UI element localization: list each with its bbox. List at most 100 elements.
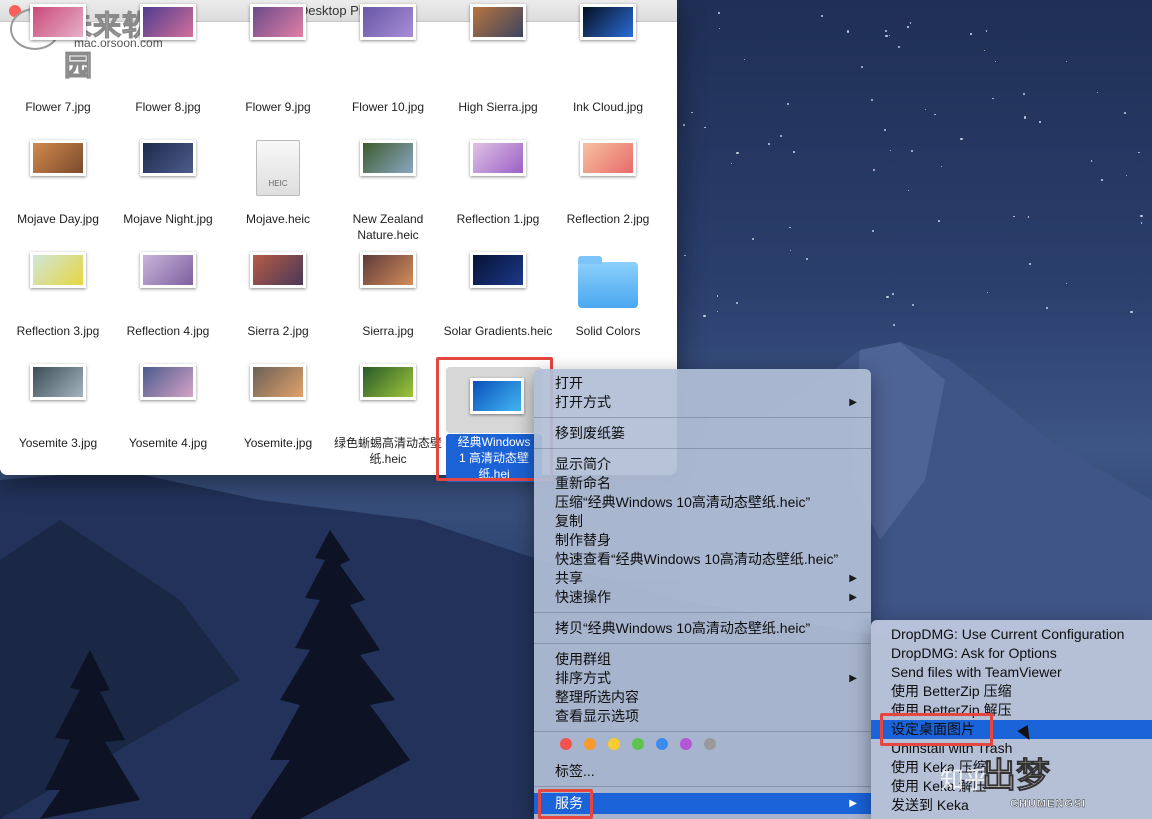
menu-item-label: 重新命名: [555, 475, 611, 491]
image-thumbnail[interactable]: [140, 140, 196, 176]
service-item-label: Send files with TeamViewer: [891, 664, 1062, 680]
file-name[interactable]: Sierra.jpg: [333, 323, 443, 339]
image-thumbnail[interactable]: [360, 252, 416, 288]
menu-item[interactable]: 查看显示选项: [534, 707, 871, 726]
file-name[interactable]: Flower 8.jpg: [113, 99, 223, 115]
menu-item[interactable]: 拷贝“经典Windows 10高清动态壁纸.heic”: [534, 619, 871, 638]
context-menu: 打开打开方式 ▶ 移到废纸篓显示简介重新命名压缩“经典Windows 10高清动态壁…: [534, 369, 871, 819]
image-thumbnail[interactable]: [250, 364, 306, 400]
file-name[interactable]: High Sierra.jpg: [443, 99, 553, 115]
tag-color-dot[interactable]: [704, 738, 716, 750]
image-thumbnail[interactable]: [140, 252, 196, 288]
file-name[interactable]: Flower 10.jpg: [333, 99, 443, 115]
image-thumbnail[interactable]: [30, 140, 86, 176]
service-item[interactable]: Send files with TeamViewer: [871, 663, 1152, 682]
menu-item-label: 标签...: [555, 763, 595, 779]
file-name[interactable]: Mojave Night.jpg: [113, 211, 223, 227]
image-thumbnail[interactable]: [140, 364, 196, 400]
file-name[interactable]: Mojave Day.jpg: [3, 211, 113, 227]
file-name[interactable]: Mojave.heic: [223, 211, 333, 227]
service-item[interactable]: DropDMG: Ask for Options: [871, 644, 1152, 663]
file-name[interactable]: 绿色蜥蜴高清动态壁纸.heic: [333, 435, 443, 467]
file-name[interactable]: Yosemite 3.jpg: [3, 435, 113, 451]
menu-item[interactable]: 使用群组: [534, 650, 871, 669]
submenu-arrow-icon: ▶: [849, 397, 857, 408]
menu-item[interactable]: 制作替身: [534, 531, 871, 550]
menu-item[interactable]: 整理所选内容: [534, 688, 871, 707]
file-name[interactable]: Yosemite 4.jpg: [113, 435, 223, 451]
heic-file-icon[interactable]: HEIC: [256, 140, 300, 196]
submenu-arrow-icon: ▶: [849, 673, 857, 684]
service-item[interactable]: 使用 BetterZip 压缩: [871, 682, 1152, 701]
submenu-arrow-icon: ▶: [849, 592, 857, 603]
image-thumbnail[interactable]: [360, 364, 416, 400]
menu-item[interactable]: 共享 ▶: [534, 569, 871, 588]
menu-item-label: 拷贝“经典Windows 10高清动态壁纸.heic”: [555, 620, 811, 636]
tag-color-dot[interactable]: [680, 738, 692, 750]
menu-item[interactable]: 重新命名: [534, 474, 871, 493]
menu-item[interactable]: 打开: [534, 374, 871, 393]
menu-item-label: 整理所选内容: [555, 689, 639, 705]
file-name[interactable]: Solid Colors: [553, 323, 663, 339]
file-name[interactable]: Yosemite.jpg: [223, 435, 333, 451]
menu-item[interactable]: 压缩“经典Windows 10高清动态壁纸.heic”: [534, 493, 871, 512]
folder-icon[interactable]: [578, 256, 638, 308]
service-item-label: DropDMG: Ask for Options: [891, 645, 1057, 661]
menu-item[interactable]: 移到废纸篓: [534, 424, 871, 443]
menu-item[interactable]: 标签...: [534, 762, 871, 781]
menu-item[interactable]: 快速操作 ▶: [534, 588, 871, 607]
file-name[interactable]: Ink Cloud.jpg: [553, 99, 663, 115]
tag-color-dot[interactable]: [632, 738, 644, 750]
image-thumbnail[interactable]: [250, 252, 306, 288]
image-thumbnail[interactable]: [360, 140, 416, 176]
menu-item[interactable]: 复制: [534, 512, 871, 531]
file-name[interactable]: Flower 7.jpg: [3, 99, 113, 115]
file-name[interactable]: New Zealand Nature.heic: [333, 211, 443, 243]
image-thumbnail[interactable]: [470, 252, 526, 288]
service-item[interactable]: 使用 Keka 压缩: [871, 758, 1152, 777]
menu-item-label: 共享: [555, 570, 583, 586]
file-name[interactable]: Reflection 2.jpg: [553, 211, 663, 227]
image-thumbnail[interactable]: [470, 140, 526, 176]
tag-color-dot[interactable]: [584, 738, 596, 750]
image-thumbnail[interactable]: [30, 4, 86, 40]
service-item[interactable]: 发送到 Keka: [871, 796, 1152, 815]
menu-item-label: 移到废纸篓: [555, 425, 625, 441]
image-thumbnail[interactable]: [250, 4, 306, 40]
file-name[interactable]: Solar Gradients.heic: [443, 323, 553, 339]
image-thumbnail[interactable]: [30, 252, 86, 288]
image-thumbnail[interactable]: [580, 140, 636, 176]
file-name[interactable]: Reflection 1.jpg: [443, 211, 553, 227]
menu-item[interactable]: 排序方式 ▶: [534, 669, 871, 688]
file-name[interactable]: Sierra 2.jpg: [223, 323, 333, 339]
tag-color-dot[interactable]: [560, 738, 572, 750]
menu-item-label: 快速查看“经典Windows 10高清动态壁纸.heic”: [555, 551, 839, 567]
file-name[interactable]: Reflection 3.jpg: [3, 323, 113, 339]
title-bar[interactable]: Desktop Pictures: [0, 0, 677, 22]
menu-item[interactable]: 打开方式 ▶: [534, 393, 871, 412]
menu-item-label: 显示简介: [555, 456, 611, 472]
menu-item-label: 打开方式: [555, 394, 611, 410]
file-name[interactable]: Flower 9.jpg: [223, 99, 333, 115]
menu-separator: [534, 448, 871, 449]
menu-item-label: 快速操作: [555, 589, 611, 605]
service-item-label: 使用 BetterZip 压缩: [891, 683, 1012, 699]
image-thumbnail[interactable]: [470, 4, 526, 40]
image-thumbnail[interactable]: [360, 4, 416, 40]
service-item-label: 使用 Keka 解压: [891, 778, 987, 794]
image-thumbnail[interactable]: [580, 4, 636, 40]
image-thumbnail[interactable]: [30, 364, 86, 400]
service-item[interactable]: 使用 Keka 解压: [871, 777, 1152, 796]
menu-item-label: 制作替身: [555, 532, 611, 548]
tag-color-dot[interactable]: [656, 738, 668, 750]
menu-item[interactable]: 快速查看“经典Windows 10高清动态壁纸.heic”: [534, 550, 871, 569]
menu-item-label: 打开: [555, 375, 583, 391]
service-item[interactable]: DropDMG: Use Current Configuration: [871, 625, 1152, 644]
tag-color-dot[interactable]: [608, 738, 620, 750]
file-name[interactable]: Reflection 4.jpg: [113, 323, 223, 339]
file-type-label: HEIC: [268, 179, 288, 188]
submenu-arrow-icon: ▶: [849, 798, 857, 809]
service-item-label: 发送到 Keka: [891, 797, 969, 813]
image-thumbnail[interactable]: [140, 4, 196, 40]
menu-item[interactable]: 显示简介: [534, 455, 871, 474]
